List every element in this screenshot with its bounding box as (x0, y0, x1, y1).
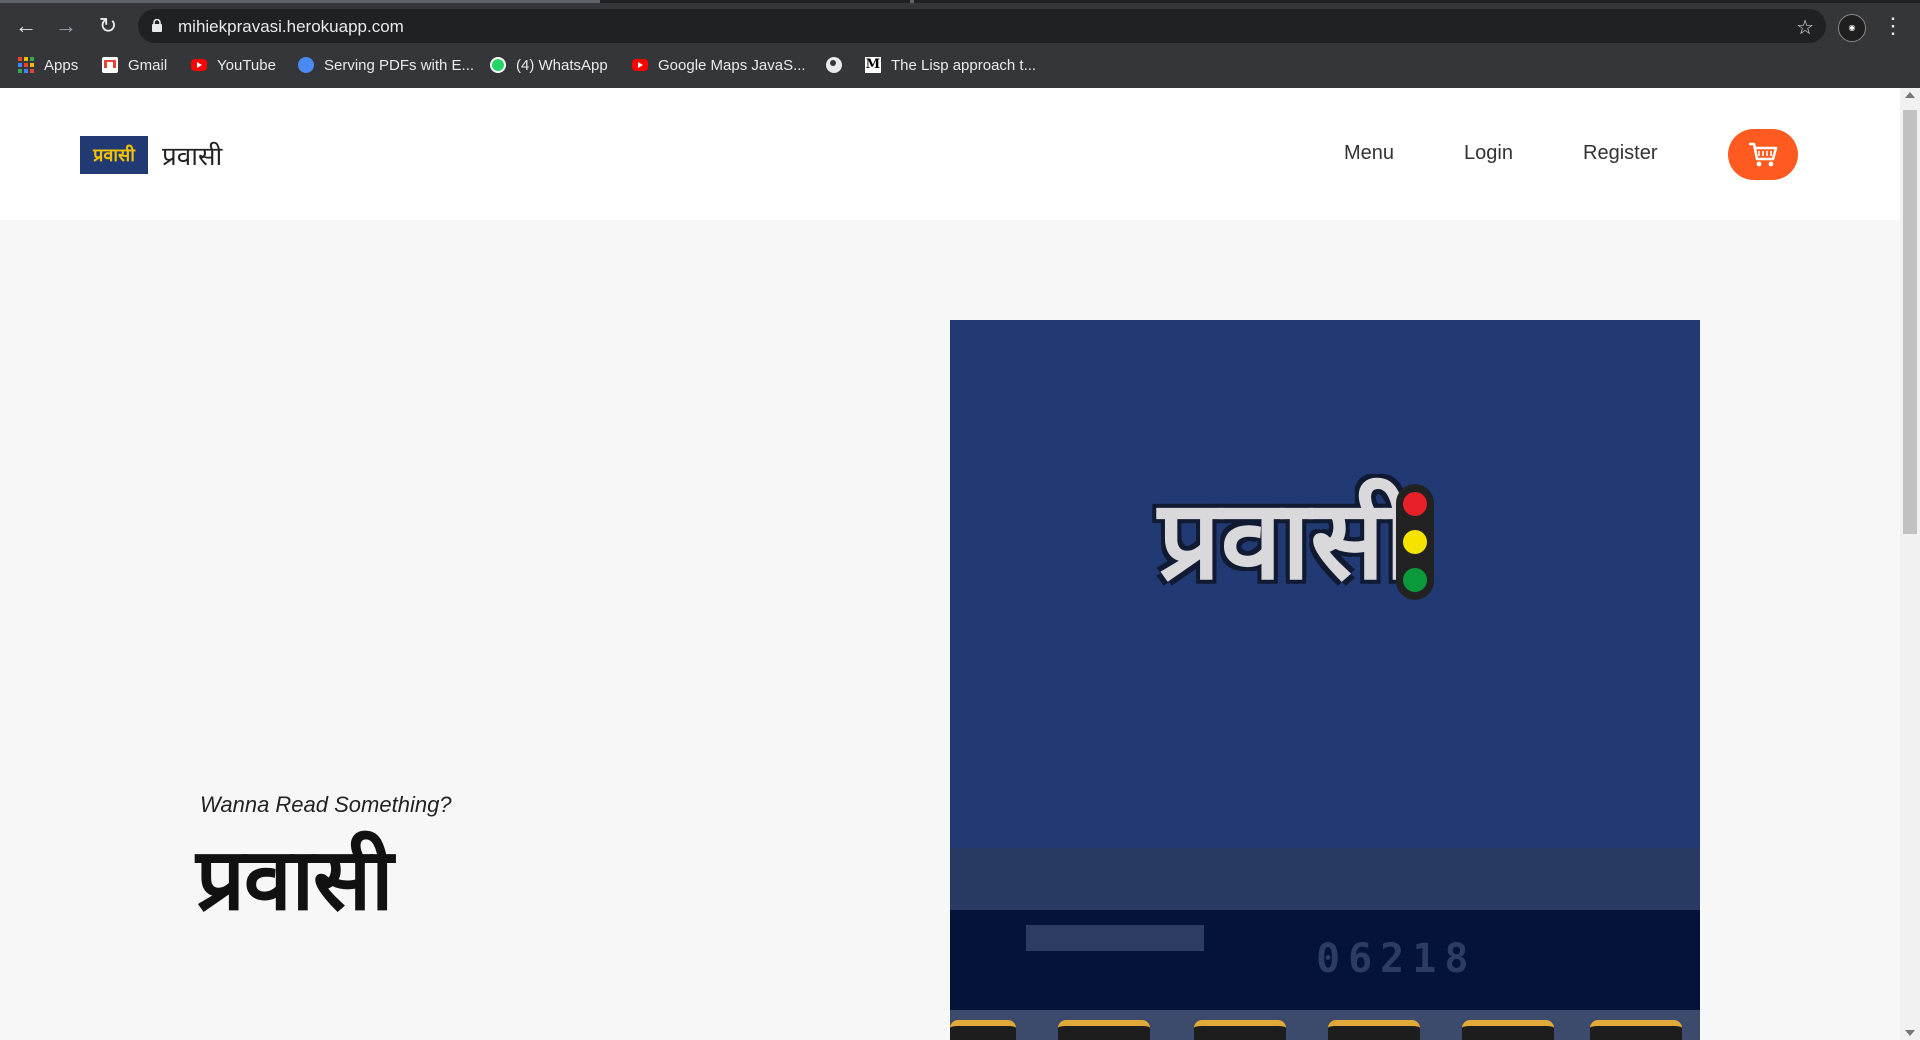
bus-seats-row (950, 1010, 1700, 1040)
bus-front: 06218 (950, 910, 1700, 1010)
bookmark-serving-pdfs[interactable]: Serving PDFs with E... (298, 54, 474, 76)
apps-grid-icon (18, 57, 34, 73)
hero-tagline: Wanna Read Something? (200, 792, 452, 817)
reload-icon[interactable]: ↻ (92, 10, 124, 42)
bookmark-lisp[interactable]: M The Lisp approach t... (865, 54, 1036, 76)
nav-register-link[interactable]: Register (1583, 142, 1657, 165)
address-bar[interactable]: mihiekpravasi.herokuapp.com ☆ (138, 9, 1826, 43)
bus-seat (1194, 1020, 1286, 1040)
browser-menu-icon[interactable]: ⋮ (1882, 12, 1904, 40)
forward-icon[interactable]: → (50, 10, 82, 42)
bookmark-youtube[interactable]: YouTube (191, 54, 276, 76)
gmail-icon (102, 57, 118, 73)
browser-chrome: ← → ↻ mihiekpravasi.herokuapp.com ☆ ◉ ⋮ … (0, 0, 1920, 88)
browser-toolbar: ← → ↻ mihiekpravasi.herokuapp.com ☆ ◉ ⋮ (0, 6, 1920, 46)
bookmark-label: YouTube (217, 56, 276, 74)
bookmark-label: Apps (44, 56, 79, 74)
bookmark-label: Google Maps JavaS... (658, 56, 806, 74)
web-page: प्रवासी प्रवासी Menu Login Register Wann… (0, 88, 1900, 1040)
bus-seat (1462, 1020, 1554, 1040)
hero-image: प्रवासी 06218 (950, 320, 1700, 1040)
bus-seat (1328, 1020, 1420, 1040)
site-brand[interactable]: प्रवासी प्रवासी (80, 136, 222, 174)
brand-name: प्रवासी (162, 141, 223, 171)
bus-seat (1058, 1020, 1150, 1040)
bus-destination-board (1026, 925, 1204, 951)
pravasi-logo: प्रवासी (1158, 470, 1458, 610)
profile-avatar[interactable]: ◉ (1838, 14, 1866, 42)
logo-text: प्रवासी (1158, 476, 1414, 604)
youtube-icon (632, 59, 648, 71)
globe-icon (826, 57, 842, 73)
nav-menu-link[interactable]: Menu (1344, 142, 1394, 165)
bookmark-globe[interactable] (826, 54, 852, 76)
scroll-thumb[interactable] (1903, 110, 1917, 534)
bookmarks-bar: Apps Gmail YouTube Serving PDFs with E..… (0, 50, 1920, 80)
cart-button[interactable] (1728, 129, 1798, 180)
bus-roof (950, 848, 1700, 910)
bookmark-apps[interactable]: Apps (18, 54, 78, 76)
url-text: mihiekpravasi.herokuapp.com (178, 17, 404, 36)
pdf-site-icon (298, 57, 314, 73)
bookmark-label: Serving PDFs with E... (324, 56, 475, 74)
cart-icon (1749, 142, 1778, 167)
page-scrollbar[interactable] (1900, 88, 1920, 1040)
bus-seat (950, 1020, 1016, 1040)
brand-logo: प्रवासी (80, 136, 148, 174)
whatsapp-icon (490, 57, 506, 73)
bus-seat (1590, 1020, 1682, 1040)
bookmark-google-maps[interactable]: Google Maps JavaS... (632, 54, 806, 76)
tab-strip (0, 0, 1920, 3)
back-icon[interactable]: ← (10, 10, 42, 42)
bookmark-label: (4) WhatsApp (516, 56, 608, 74)
site-navbar: प्रवासी प्रवासी Menu Login Register (0, 88, 1900, 220)
scroll-down-arrow-icon[interactable] (1905, 1030, 1915, 1036)
bookmark-whatsapp[interactable]: (4) WhatsApp (490, 54, 608, 76)
youtube-icon (191, 59, 207, 71)
bookmark-gmail[interactable]: Gmail (102, 54, 167, 76)
lock-icon (152, 19, 162, 32)
traffic-light-icon (1396, 484, 1434, 600)
bookmark-star-icon[interactable]: ☆ (1796, 15, 1814, 40)
bookmark-label: Gmail (128, 56, 168, 74)
bookmark-label: The Lisp approach t... (891, 56, 1037, 74)
medium-icon: M (865, 57, 881, 73)
nav-login-link[interactable]: Login (1464, 142, 1513, 165)
bus-number: 06218 (1316, 936, 1477, 982)
hero-title: प्रवासी (196, 832, 393, 928)
scroll-up-arrow-icon[interactable] (1905, 92, 1915, 98)
